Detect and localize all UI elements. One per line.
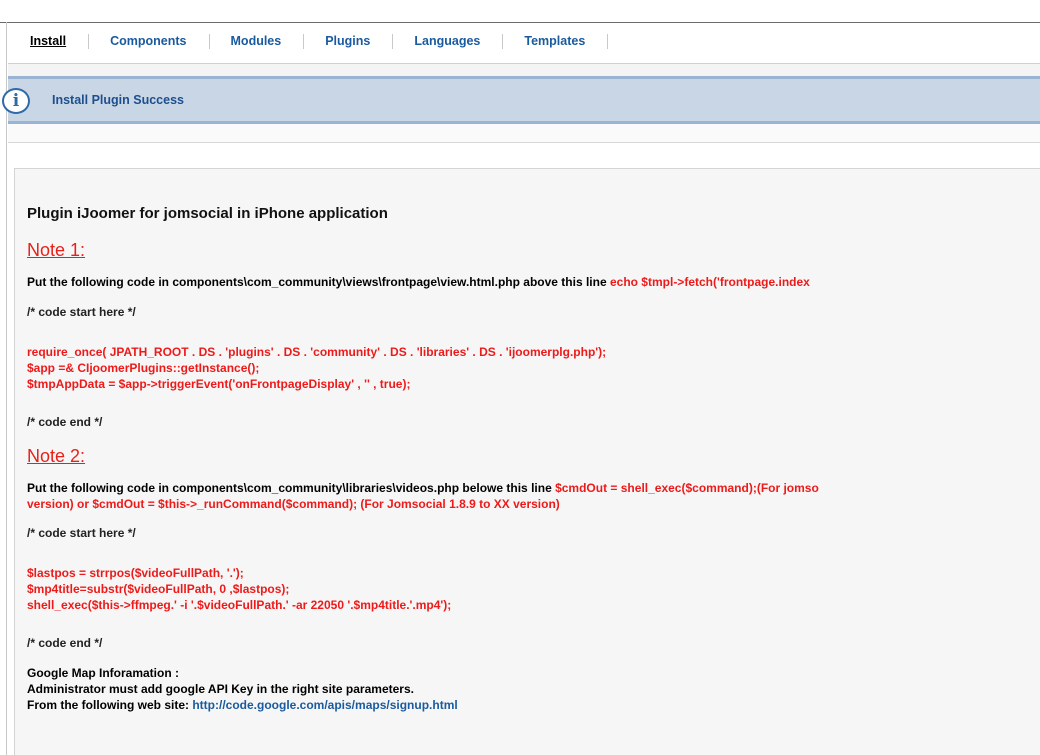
- google-map-instruction: Administrator must add google API Key in…: [27, 682, 414, 696]
- note1-code-line: $app =& CIjoomerPlugins::getInstance();: [27, 361, 260, 375]
- note1-code-line: require_once( JPATH_ROOT . DS . 'plugins…: [27, 345, 607, 359]
- google-signup-link[interactable]: http://code.google.com/apis/maps/signup.…: [192, 698, 457, 712]
- tab-templates[interactable]: Templates: [524, 34, 609, 49]
- google-map-source: From the following web site: http://code…: [27, 698, 458, 712]
- note2-intro-text: Put the following code in components\com…: [27, 481, 556, 495]
- tab-install[interactable]: Install: [30, 34, 90, 49]
- note1-intro-text: Put the following code in components\com…: [27, 275, 610, 289]
- note1-intro-code: echo $tmpl->fetch('frontpage.index: [609, 275, 810, 289]
- tab-components[interactable]: Components: [110, 34, 210, 49]
- tab-plugins[interactable]: Plugins: [325, 34, 394, 49]
- plugin-description: Plugin iJoomer for jomsocial in iPhone a…: [14, 168, 1040, 755]
- google-map-title: Google Map Inforamation :: [27, 666, 179, 680]
- info-icon: i: [2, 88, 30, 114]
- notice-message: Install Plugin Success: [52, 93, 184, 107]
- note2-code-line: $lastpos = strrpos($videoFullPath, '.');: [27, 566, 244, 580]
- left-border: [6, 22, 7, 755]
- note1-intro: Put the following code in components\com…: [27, 275, 810, 289]
- note2-code-line: shell_exec($this->ffmpeg.' -i '.$videoFu…: [27, 598, 452, 612]
- google-map-source-text: From the following web site:: [27, 698, 193, 712]
- success-notice: i Install Plugin Success: [2, 76, 1040, 124]
- note2-title: Note 2:: [27, 446, 86, 466]
- note1-code-line: $tmpAppData = $app->triggerEvent('onFron…: [27, 377, 411, 391]
- note2-intro-code: $cmdOut = shell_exec($command);(For joms…: [555, 481, 819, 495]
- note1-code-end: /* code end */: [27, 415, 103, 429]
- note1-title: Note 1:: [27, 240, 86, 260]
- notice-spacer: [8, 124, 1040, 143]
- note2-code-line: $mp4title=substr($videoFullPath, 0 ,$las…: [27, 582, 290, 596]
- note2-intro: Put the following code in components\com…: [27, 481, 819, 495]
- note2-code-start: /* code start here */: [27, 526, 136, 540]
- note2-intro-line2: version) or $cmdOut = $this->_runCommand…: [27, 497, 560, 511]
- install-manager-tabs: Install Components Modules Plugins Langu…: [8, 23, 1040, 64]
- tab-modules[interactable]: Modules: [231, 34, 305, 49]
- plugin-heading: Plugin iJoomer for jomsocial in iPhone a…: [27, 205, 388, 222]
- tab-languages[interactable]: Languages: [414, 34, 504, 49]
- window-top-bar: [0, 0, 1040, 23]
- note1-code-start: /* code start here */: [27, 305, 136, 319]
- note2-code-end: /* code end */: [27, 636, 103, 650]
- message-spacer: [8, 64, 1040, 76]
